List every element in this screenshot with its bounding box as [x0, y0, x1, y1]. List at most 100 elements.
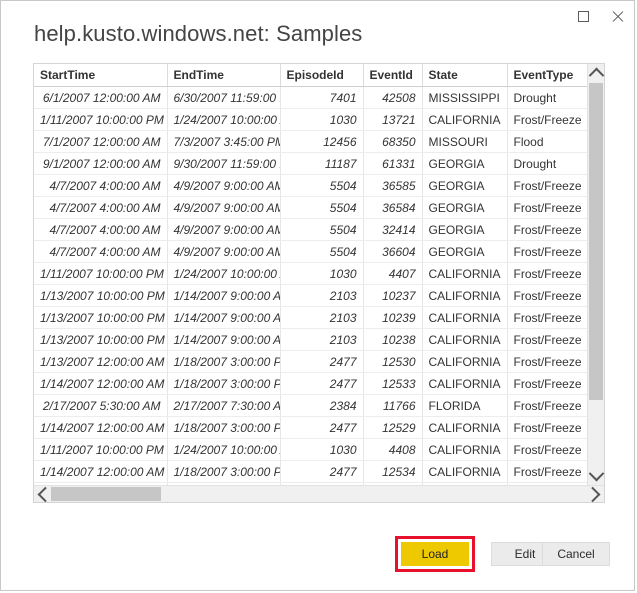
cell-eventtype: Drought [507, 153, 587, 175]
table-row[interactable]: 2/17/2007 5:30:00 AM2/17/2007 7:30:00 AM… [34, 395, 587, 417]
table-row[interactable]: 1/14/2007 12:00:00 AM1/18/2007 3:00:00 P… [34, 417, 587, 439]
cell-eventtype: Frost/Freeze [507, 329, 587, 351]
cell-eventtype: Drought [507, 87, 587, 109]
cell-state: GEORGIA [422, 241, 507, 263]
cell-eventtype: Frost/Freeze [507, 439, 587, 461]
cell-endtime: 4/9/2007 9:00:00 AM [167, 241, 280, 263]
cell-starttime: 1/14/2007 12:00:00 AM [34, 417, 167, 439]
horizontal-scrollbar[interactable] [34, 485, 604, 502]
vertical-scrollbar[interactable] [587, 64, 604, 485]
cell-endtime: 1/18/2007 3:00:00 PM [167, 417, 280, 439]
table-row[interactable]: 4/7/2007 4:00:00 AM4/9/2007 9:00:00 AM55… [34, 219, 587, 241]
table-row[interactable]: 1/13/2007 12:00:00 AM1/18/2007 3:00:00 P… [34, 351, 587, 373]
column-header-endtime[interactable]: EndTime [167, 64, 280, 87]
table-row[interactable]: 9/1/2007 12:00:00 AM9/30/2007 11:59:00 P… [34, 153, 587, 175]
cell-episodeid: 2477 [280, 351, 363, 373]
cell-eventid: 36604 [363, 241, 422, 263]
table-row[interactable]: 1/13/2007 10:00:00 PM1/14/2007 9:00:00 A… [34, 307, 587, 329]
cell-starttime: 2/17/2007 5:30:00 AM [34, 395, 167, 417]
cell-starttime: 4/7/2007 4:00:00 AM [34, 241, 167, 263]
table-row[interactable]: 4/7/2007 4:00:00 AM4/9/2007 9:00:00 AM55… [34, 241, 587, 263]
column-header-state[interactable]: State [422, 64, 507, 87]
table-row[interactable]: 1/13/2007 10:00:00 PM1/14/2007 9:00:00 A… [34, 285, 587, 307]
cell-eventtype: Frost/Freeze [507, 285, 587, 307]
table-body: 6/1/2007 12:00:00 AM6/30/2007 11:59:00 P… [34, 87, 587, 486]
column-header-starttime[interactable]: StartTime [34, 64, 167, 87]
cell-starttime: 1/11/2007 10:00:00 PM [34, 109, 167, 131]
cell-starttime: 4/7/2007 4:00:00 AM [34, 175, 167, 197]
cell-starttime: 1/13/2007 12:00:00 AM [34, 351, 167, 373]
cell-eventid: 13721 [363, 109, 422, 131]
cell-state: GEORGIA [422, 197, 507, 219]
column-header-episodeid[interactable]: EpisodeId [280, 64, 363, 87]
table-row[interactable]: 1/14/2007 12:00:00 AM1/18/2007 3:00:00 P… [34, 373, 587, 395]
cell-endtime: 4/9/2007 9:00:00 AM [167, 175, 280, 197]
table-row[interactable]: 4/7/2007 4:00:00 AM4/9/2007 9:00:00 AM55… [34, 197, 587, 219]
cell-eventid: 11766 [363, 395, 422, 417]
scroll-right-button[interactable] [587, 486, 604, 503]
cell-state: CALIFORNIA [422, 263, 507, 285]
table-row[interactable]: 6/1/2007 12:00:00 AM6/30/2007 11:59:00 P… [34, 87, 587, 109]
cell-eventid: 10239 [363, 307, 422, 329]
cell-state: CALIFORNIA [422, 351, 507, 373]
preview-grid: StartTimeEndTimeEpisodeIdEventIdStateEve… [33, 63, 605, 503]
cell-eventid: 12533 [363, 373, 422, 395]
cell-endtime: 9/30/2007 11:59:00 PM [167, 153, 280, 175]
cell-eventid: 4408 [363, 439, 422, 461]
cell-endtime: 1/14/2007 9:00:00 AM [167, 329, 280, 351]
cell-starttime: 4/7/2007 4:00:00 AM [34, 219, 167, 241]
close-button[interactable] [600, 2, 634, 30]
cell-episodeid: 5504 [280, 175, 363, 197]
cell-eventtype: Frost/Freeze [507, 351, 587, 373]
cell-state: CALIFORNIA [422, 307, 507, 329]
cell-starttime: 7/1/2007 12:00:00 AM [34, 131, 167, 153]
cell-episodeid: 12456 [280, 131, 363, 153]
cell-eventid: 12529 [363, 417, 422, 439]
grid-scroll-area[interactable]: StartTimeEndTimeEpisodeIdEventIdStateEve… [34, 64, 587, 485]
cell-state: GEORGIA [422, 175, 507, 197]
cell-endtime: 1/18/2007 3:00:00 PM [167, 373, 280, 395]
column-header-eventtype[interactable]: EventType [507, 64, 587, 87]
cell-starttime: 1/11/2007 10:00:00 PM [34, 439, 167, 461]
cancel-button[interactable]: Cancel [542, 542, 610, 566]
vertical-scroll-thumb[interactable] [589, 83, 603, 400]
cell-starttime: 1/13/2007 10:00:00 PM [34, 307, 167, 329]
page-title: help.kusto.windows.net: Samples [34, 21, 362, 47]
navigator-dialog: help.kusto.windows.net: Samples StartTim… [0, 0, 635, 591]
scroll-left-button[interactable] [34, 486, 51, 503]
table-row[interactable]: 1/11/2007 10:00:00 PM1/24/2007 10:00:00 … [34, 109, 587, 131]
table-row[interactable]: 4/7/2007 4:00:00 AM4/9/2007 9:00:00 AM55… [34, 175, 587, 197]
cell-eventid: 36585 [363, 175, 422, 197]
cell-eventid: 12530 [363, 351, 422, 373]
table-row[interactable]: 1/13/2007 10:00:00 PM1/14/2007 9:00:00 A… [34, 329, 587, 351]
cell-state: CALIFORNIA [422, 439, 507, 461]
cell-episodeid: 2477 [280, 417, 363, 439]
scroll-down-button[interactable] [588, 468, 604, 485]
cell-state: CALIFORNIA [422, 461, 507, 483]
cell-episodeid: 2103 [280, 307, 363, 329]
vertical-scroll-track[interactable] [588, 81, 604, 468]
cell-endtime: 1/24/2007 10:00:00 AM [167, 109, 280, 131]
cell-eventtype: Frost/Freeze [507, 373, 587, 395]
horizontal-scroll-thumb[interactable] [51, 487, 161, 501]
maximize-button[interactable] [566, 2, 600, 30]
close-icon [611, 10, 624, 23]
cell-episodeid: 2477 [280, 461, 363, 483]
cell-starttime: 9/1/2007 12:00:00 AM [34, 153, 167, 175]
scroll-up-button[interactable] [588, 64, 604, 81]
cell-state: CALIFORNIA [422, 285, 507, 307]
column-header-eventid[interactable]: EventId [363, 64, 422, 87]
cell-eventtype: Frost/Freeze [507, 417, 587, 439]
horizontal-scroll-track[interactable] [51, 486, 587, 502]
table-row[interactable]: 1/11/2007 10:00:00 PM1/24/2007 10:00:00 … [34, 263, 587, 285]
cell-state: CALIFORNIA [422, 329, 507, 351]
load-button[interactable]: Load [401, 542, 469, 566]
cell-eventid: 61331 [363, 153, 422, 175]
table-row[interactable]: 1/14/2007 12:00:00 AM1/18/2007 3:00:00 P… [34, 461, 587, 483]
cell-endtime: 4/9/2007 9:00:00 AM [167, 219, 280, 241]
cell-episodeid: 2103 [280, 329, 363, 351]
table-row[interactable]: 1/11/2007 10:00:00 PM1/24/2007 10:00:00 … [34, 439, 587, 461]
cell-episodeid: 7401 [280, 87, 363, 109]
cell-eventid: 4407 [363, 263, 422, 285]
table-row[interactable]: 7/1/2007 12:00:00 AM7/3/2007 3:45:00 PM1… [34, 131, 587, 153]
